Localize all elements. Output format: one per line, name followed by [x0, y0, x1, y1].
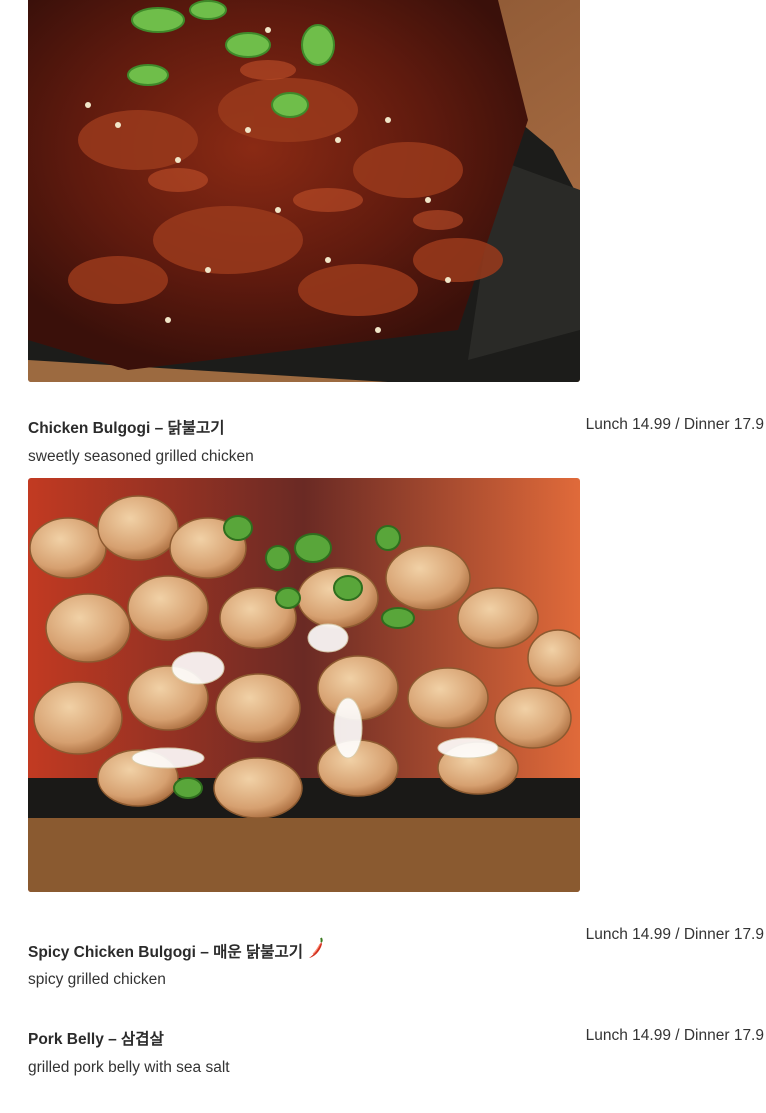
spicy-bulgogi-photo [28, 0, 580, 382]
menu-item-title: Pork Belly – 삼겹살 [28, 1027, 164, 1049]
menu-item-price: Lunch 14.99 / Dinner 17.9 [585, 926, 764, 943]
menu-item-description: grilled pork belly with sea salt [28, 1059, 230, 1076]
menu-item-name: Spicy Chicken Bulgogi – 매운 닭불고기 [28, 944, 304, 961]
chili-pepper-icon [307, 936, 325, 965]
menu-item-name: Pork Belly – 삼겹살 [28, 1031, 164, 1048]
chicken-bulgogi-photo [28, 478, 580, 892]
menu-item-title: Chicken Bulgogi – 닭불고기 [28, 416, 225, 438]
menu-item-price: Lunch 14.99 / Dinner 17.9 [585, 1027, 764, 1044]
menu-item-name: Chicken Bulgogi – 닭불고기 [28, 420, 225, 437]
menu-item-title: Spicy Chicken Bulgogi – 매운 닭불고기 [28, 936, 325, 965]
menu-item-price: Lunch 14.99 / Dinner 17.9 [585, 416, 764, 433]
menu-item-description: sweetly seasoned grilled chicken [28, 448, 254, 465]
menu-item-description: spicy grilled chicken [28, 971, 166, 988]
